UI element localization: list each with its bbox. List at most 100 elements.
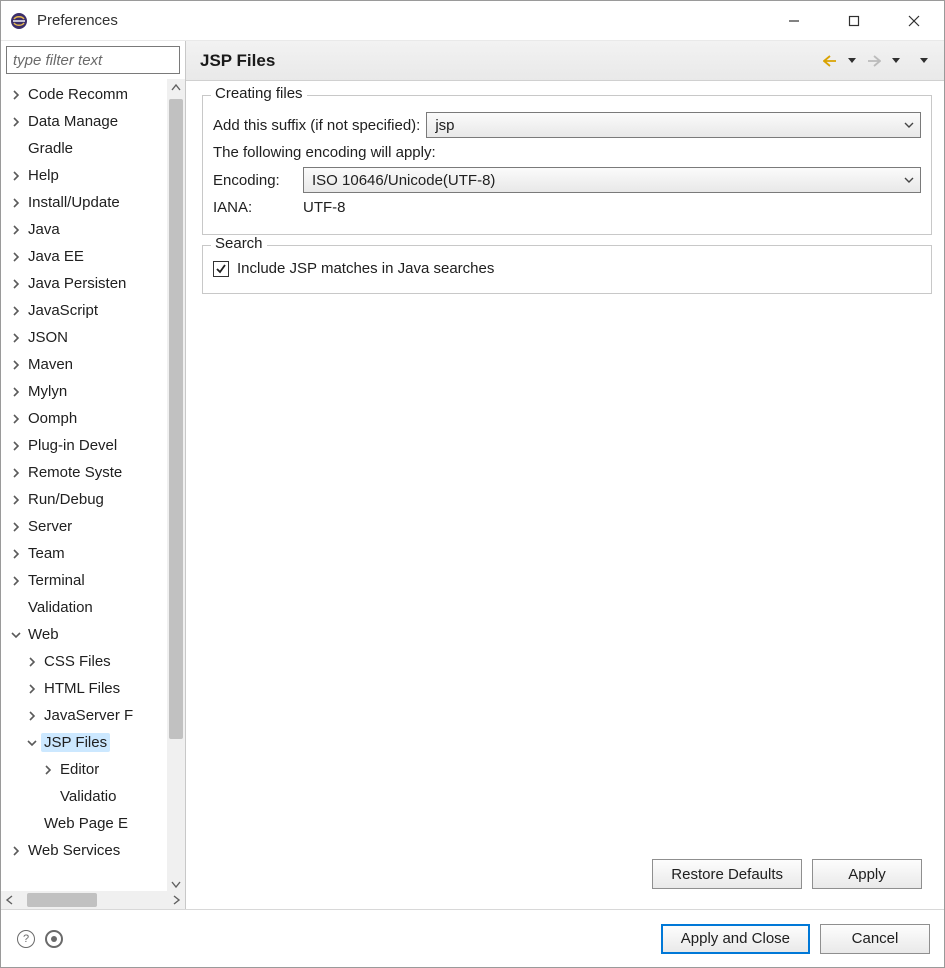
tree-collapse-icon[interactable]	[9, 628, 23, 642]
tree-expand-icon[interactable]	[41, 763, 55, 777]
tree-scrollbar-horizontal[interactable]	[1, 891, 185, 909]
tree-item[interactable]: Help	[9, 162, 167, 189]
close-button[interactable]	[884, 1, 944, 41]
suffix-combo[interactable]: jsp	[426, 112, 921, 138]
encoding-value: ISO 10646/Unicode(UTF-8)	[312, 172, 495, 189]
tree-item[interactable]: Gradle	[9, 135, 167, 162]
tree-expand-icon[interactable]	[9, 466, 23, 480]
nav-back-icon[interactable]	[822, 53, 838, 69]
scroll-up-icon[interactable]	[169, 81, 183, 95]
tree-expand-icon[interactable]	[9, 277, 23, 291]
tree-item[interactable]: Java Persisten	[9, 270, 167, 297]
tree-collapse-icon[interactable]	[25, 736, 39, 750]
tree-item-label: JSON	[25, 328, 71, 347]
apply-button[interactable]: Apply	[812, 859, 922, 889]
tree-item[interactable]: Terminal	[9, 567, 167, 594]
tree-expand-icon[interactable]	[9, 223, 23, 237]
tree-expand-icon	[41, 790, 55, 804]
tree-item[interactable]: Web Services	[9, 837, 167, 864]
tree-item[interactable]: CSS Files	[9, 648, 167, 675]
cancel-button[interactable]: Cancel	[820, 924, 930, 954]
eclipse-icon	[9, 11, 29, 31]
minimize-button[interactable]	[764, 1, 824, 41]
nav-forward-icon[interactable]	[866, 53, 882, 69]
tree-expand-icon[interactable]	[9, 574, 23, 588]
tree-item[interactable]: Java	[9, 216, 167, 243]
tree-item-label: Plug-in Devel	[25, 436, 120, 455]
scroll-right-icon[interactable]	[169, 893, 183, 907]
tree-item[interactable]: Team	[9, 540, 167, 567]
tree-item[interactable]: Install/Update	[9, 189, 167, 216]
tree-item-label: JavaServer F	[41, 706, 136, 725]
tree-item[interactable]: Validation	[9, 594, 167, 621]
tree-expand-icon[interactable]	[9, 412, 23, 426]
import-export-icon[interactable]	[45, 930, 63, 948]
tree-expand-icon	[9, 601, 23, 615]
tree-item-label: Install/Update	[25, 193, 123, 212]
scroll-thumb-vertical[interactable]	[169, 99, 183, 739]
view-menu-icon[interactable]	[916, 53, 932, 69]
tree-expand-icon[interactable]	[9, 250, 23, 264]
maximize-button[interactable]	[824, 1, 884, 41]
tree-expand-icon[interactable]	[9, 844, 23, 858]
scroll-thumb-horizontal[interactable]	[27, 893, 97, 907]
tree-item-label: Code Recomm	[25, 85, 131, 104]
tree-item-label: Maven	[25, 355, 76, 374]
tree-expand-icon[interactable]	[9, 493, 23, 507]
restore-defaults-button[interactable]: Restore Defaults	[652, 859, 802, 889]
apply-and-close-button[interactable]: Apply and Close	[661, 924, 810, 954]
tree-item[interactable]: Server	[9, 513, 167, 540]
tree-item[interactable]: Web	[9, 621, 167, 648]
tree-expand-icon[interactable]	[9, 115, 23, 129]
tree-item-label: Terminal	[25, 571, 88, 590]
suffix-label: Add this suffix (if not specified):	[213, 117, 420, 134]
help-icon[interactable]: ?	[17, 930, 35, 948]
tree-expand-icon[interactable]	[9, 196, 23, 210]
tree-expand-icon[interactable]	[9, 439, 23, 453]
tree-item[interactable]: Plug-in Devel	[9, 432, 167, 459]
scroll-left-icon[interactable]	[3, 893, 17, 907]
tree-item[interactable]: Run/Debug	[9, 486, 167, 513]
tree-item[interactable]: Oomph	[9, 405, 167, 432]
nav-back-menu-icon[interactable]	[844, 53, 860, 69]
tree-item[interactable]: JavaServer F	[9, 702, 167, 729]
tree-expand-icon[interactable]	[9, 331, 23, 345]
tree-expand-icon[interactable]	[25, 709, 39, 723]
encoding-combo[interactable]: ISO 10646/Unicode(UTF-8)	[303, 167, 921, 193]
tree-expand-icon[interactable]	[25, 655, 39, 669]
tree-expand-icon[interactable]	[25, 682, 39, 696]
include-jsp-label: Include JSP matches in Java searches	[237, 260, 494, 277]
tree-scrollbar-vertical[interactable]	[167, 79, 185, 891]
preference-tree[interactable]: Code Recomm Data ManageGradleHelp Install/…	[1, 79, 167, 891]
tree-expand-icon[interactable]	[9, 358, 23, 372]
tree-item[interactable]: Validatio	[9, 783, 167, 810]
tree-item[interactable]: Editor	[9, 756, 167, 783]
tree-item-label: Server	[25, 517, 75, 536]
nav-forward-menu-icon[interactable]	[888, 53, 904, 69]
include-jsp-checkbox[interactable]	[213, 261, 229, 277]
tree-item[interactable]: Web Page E	[9, 810, 167, 837]
tree-expand-icon[interactable]	[9, 547, 23, 561]
filter-input[interactable]	[6, 46, 180, 74]
tree-item[interactable]: Java EE	[9, 243, 167, 270]
tree-expand-icon[interactable]	[9, 88, 23, 102]
tree-item-label: HTML Files	[41, 679, 123, 698]
tree-item[interactable]: Mylyn	[9, 378, 167, 405]
tree-item-label: Remote Syste	[25, 463, 125, 482]
tree-item[interactable]: JSP Files	[9, 729, 167, 756]
chevron-down-icon	[904, 175, 914, 185]
tree-expand-icon[interactable]	[9, 385, 23, 399]
scroll-down-icon[interactable]	[169, 877, 183, 891]
tree-item[interactable]: JavaScript	[9, 297, 167, 324]
tree-item[interactable]: HTML Files	[9, 675, 167, 702]
tree-item-label: JavaScript	[25, 301, 101, 320]
tree-item[interactable]: Code Recomm	[9, 81, 167, 108]
iana-value: UTF-8	[303, 199, 346, 216]
tree-expand-icon[interactable]	[9, 169, 23, 183]
tree-item[interactable]: Data Manage	[9, 108, 167, 135]
tree-expand-icon[interactable]	[9, 520, 23, 534]
tree-item[interactable]: Maven	[9, 351, 167, 378]
tree-item[interactable]: Remote Syste	[9, 459, 167, 486]
tree-expand-icon[interactable]	[9, 304, 23, 318]
tree-item[interactable]: JSON	[9, 324, 167, 351]
